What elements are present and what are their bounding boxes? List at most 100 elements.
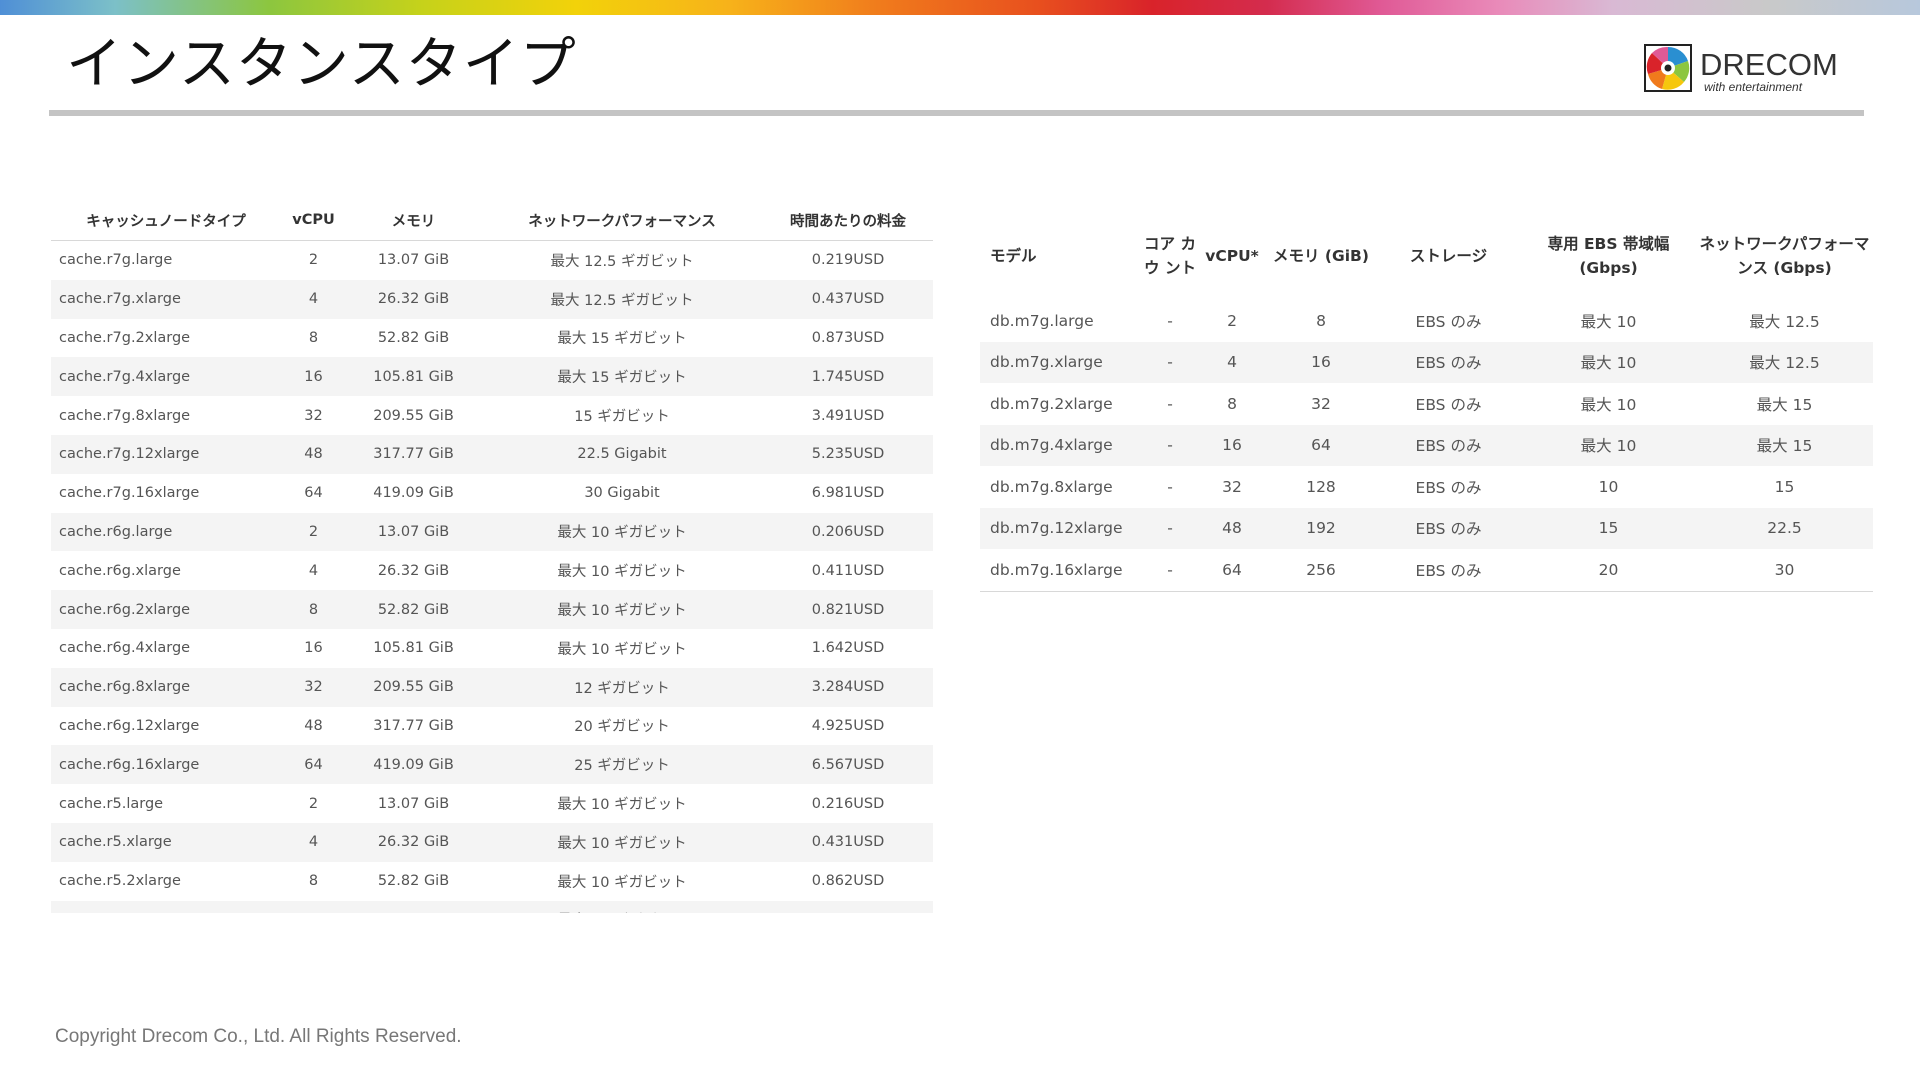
- db-table-cell: 48: [1198, 507, 1266, 549]
- db-table-cell: db.m7g.12xlarge: [980, 507, 1142, 549]
- db-table-cell: db.m7g.xlarge: [980, 341, 1142, 383]
- db-table-cell: -: [1142, 341, 1198, 383]
- db-table-header-row: モデル コア カウ ント vCPU* メモリ (GiB) ストレージ 専用 EB…: [980, 212, 1873, 300]
- cache-table-row: cache.r7g.2xlarge 8 52.82 GiB 最大 15 ギガビット 0.…: [51, 319, 933, 358]
- db-table-row: db.m7g.4xlarge -16 64 EBS のみ 最大 10 最大 15: [980, 424, 1873, 466]
- cache-table-cell: 0.206USD: [763, 512, 933, 552]
- cache-table-cell: 32: [281, 667, 346, 707]
- cache-table-row: cache.r6g.2xlarge 8 52.82 GiB 最大 10 ギガビット 0.…: [51, 590, 933, 629]
- db-table-cell: 128: [1306, 477, 1336, 496]
- db-table-cell: 最大 15: [1756, 395, 1813, 414]
- cache-table-cell: [763, 900, 933, 913]
- cache-table-cell: cache.r7g.12xlarge: [51, 434, 281, 474]
- cache-table-cell: 105.81 GiB: [373, 640, 454, 657]
- cache-table-row: cache.r6g.4xlarge 16 105.81 GiB 最大 10 ギガビット…: [51, 629, 933, 668]
- cache-table-cell: 8: [308, 329, 319, 346]
- cache-table-cell: 52.82 GiB: [377, 329, 450, 346]
- cache-table-cell: 3.284USD: [763, 667, 933, 707]
- cache-table-cell: 419.09 GiB: [346, 745, 481, 785]
- cache-table-cell: 最大 10 ギガビット: [557, 564, 687, 581]
- cache-table-cell: 最大 10 ギガビット: [481, 590, 763, 629]
- cache-table-cell: 317.77 GiB: [373, 717, 454, 734]
- cache-table-cell: 25 ギガビット: [481, 745, 763, 785]
- column-header: vCPU*: [1205, 247, 1259, 265]
- db-table-cell: 192: [1266, 507, 1376, 549]
- db-table-body: db.m7g.large -2 8 EBS のみ 最大 10 最大 12.5 db.m7g.…: [980, 300, 1873, 592]
- cache-table-row: cache.r6g.xlarge 4 26.32 GiB 最大 10 ギガビット 0.4…: [51, 551, 933, 590]
- slide-title: インスタンスタイプ: [66, 32, 577, 97]
- db-table-row: db.m7g.xlarge -4 16 EBS のみ 最大 10 最大 12.5: [980, 341, 1873, 383]
- cache-table-cell: 3.491USD: [811, 407, 885, 424]
- column-header: メモリ: [346, 200, 481, 241]
- cache-table-row: cache.r7g.12xlarge 48 317.77 GiB 22.5 Gigab…: [51, 434, 933, 474]
- cache-table-cell: 105.81 GiB: [346, 357, 481, 397]
- cache-table-cell: 2: [308, 795, 319, 812]
- db-table-cell: 最大 15: [1696, 424, 1873, 466]
- db-table-cell: 8: [1316, 311, 1326, 330]
- cache-table-cell: 16: [281, 357, 346, 397]
- cache-table-cell: 4: [281, 822, 346, 862]
- db-table-cell: 最大 10: [1580, 395, 1637, 414]
- db-table-cell: 最大 10: [1521, 341, 1696, 383]
- cache-table-cell: 209.55 GiB: [373, 407, 454, 424]
- cache-table-cell: cache.r7g.large: [59, 252, 173, 269]
- cache-table-row: cache.r7g.large 2 13.07 GiB 最大 12.5 ギガビット 0.…: [51, 241, 933, 280]
- cache-table-cell: cache.r7g.8xlarge: [59, 407, 191, 424]
- title-underline: [49, 110, 1864, 116]
- db-table-row: db.m7g.8xlarge - 32 128 EBS のみ 10 15: [980, 466, 1873, 508]
- cache-table-cell: 32: [304, 407, 323, 424]
- db-table-cell: 30: [1696, 549, 1873, 592]
- cache-table-cell: cache.r7g.2xlarge: [59, 329, 191, 346]
- cache-table-cell: 0.437USD: [763, 279, 933, 319]
- cache-table-cell: 4: [281, 279, 346, 319]
- cache-table-cell: 1.642USD: [811, 640, 885, 657]
- cache-table-cell: cache.r5.large: [59, 795, 164, 812]
- db-table-cell: 64: [1198, 549, 1266, 592]
- cache-node-table: キャッシュノードタイプ vCPU メモリ ネットワークパフォーマンス 時間あたり…: [51, 200, 933, 913]
- db-table-cell: 256: [1266, 549, 1376, 592]
- cache-table-cell: 8: [281, 590, 346, 629]
- db-table-cell: 最大 10: [1521, 424, 1696, 466]
- cache-table-cell: cache.r7g.4xlarge: [51, 357, 281, 397]
- column-header: メモリ (GiB): [1273, 247, 1369, 265]
- db-table-cell: 16: [1198, 424, 1266, 466]
- drecom-flower-logo-icon: [1644, 44, 1692, 92]
- cache-table-cell: 4.925USD: [811, 717, 885, 734]
- cache-table-cell: 48: [304, 717, 323, 734]
- db-table-cell: EBS のみ: [1415, 478, 1482, 497]
- cache-table-cell: 0.411USD: [811, 562, 885, 579]
- cache-table-cell: 最大 10 ギガビット: [481, 512, 763, 552]
- cache-table-row: 最大 10 ギガビット: [51, 900, 933, 913]
- cache-table-cell: cache.r6g.4xlarge: [59, 640, 191, 657]
- cache-table-cell: cache.r6g.2xlarge: [51, 590, 281, 629]
- cache-table-cell: cache.r6g.large: [51, 512, 281, 552]
- cache-table-row: cache.r5.xlarge 4 26.32 GiB 最大 10 ギガビット 0.43…: [51, 822, 933, 862]
- db-table-cell: -: [1167, 311, 1173, 330]
- cache-table-cell: 0.431USD: [763, 822, 933, 862]
- column-header: vCPU: [281, 200, 346, 241]
- cache-table-cell: 64: [304, 485, 323, 502]
- cache-table-cell: 最大 10 ギガビット: [481, 900, 763, 913]
- cache-table-cell: 0.216USD: [811, 795, 885, 812]
- db-table-cell: db.m7g.16xlarge: [980, 549, 1142, 592]
- cache-table-row: cache.r6g.12xlarge 48 317.77 GiB 20 ギガビット 4.…: [51, 707, 933, 746]
- db-table-cell: -: [1167, 394, 1173, 413]
- cache-table-cell: 26.32 GiB: [346, 822, 481, 862]
- drecom-logo: DRECOM with entertainment: [1644, 44, 1844, 100]
- cache-table-cell: cache.r6g.16xlarge: [51, 745, 281, 785]
- copyright-footer: Copyright Drecom Co., Ltd. All Rights Re…: [55, 1026, 462, 1047]
- cache-table-cell: 5.235USD: [763, 434, 933, 474]
- db-table-cell: 15: [1774, 477, 1795, 496]
- cache-table-row: cache.r6g.8xlarge 32 209.55 GiB 12 ギガビット 3.2…: [51, 667, 933, 707]
- cache-table-row: cache.r7g.xlarge 4 26.32 GiB 最大 12.5 ギガビット 0…: [51, 279, 933, 319]
- db-table-cell: -: [1142, 424, 1198, 466]
- db-table-cell: 64: [1266, 424, 1376, 466]
- cache-table-cell: cache.r5.2xlarge: [59, 873, 181, 890]
- logo-tagline: with entertainment: [1704, 80, 1803, 94]
- cache-table-row: cache.r6g.16xlarge 64 419.09 GiB 25 ギガビット 6.…: [51, 745, 933, 785]
- cache-table-cell: 最大 12.5 ギガビット: [481, 279, 763, 319]
- cache-table-cell: 0.873USD: [811, 329, 885, 346]
- cache-table-cell: [51, 900, 281, 913]
- cache-table-cell: 0.862USD: [811, 873, 885, 890]
- column-header: キャッシュノードタイプ: [51, 200, 281, 241]
